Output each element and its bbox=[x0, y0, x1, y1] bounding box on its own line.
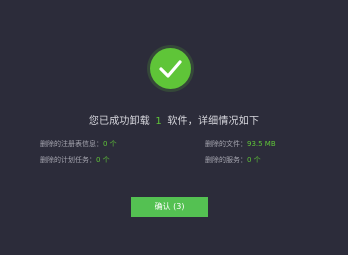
detail-registry-value: 0 个 bbox=[103, 140, 117, 148]
check-circle-icon bbox=[150, 48, 191, 89]
detail-tasks-label: 删除的计划任务： bbox=[40, 156, 96, 164]
detail-tasks-value: 0 个 bbox=[96, 156, 110, 164]
detail-services-label: 删除的服务： bbox=[205, 156, 247, 164]
detail-registry-label: 删除的注册表信息： bbox=[40, 140, 103, 148]
uninstalled-count: 1 bbox=[155, 116, 162, 127]
detail-registry: 删除的注册表信息：0 个 bbox=[40, 139, 117, 149]
headline-prefix: 您已成功卸载 bbox=[88, 116, 151, 127]
detail-files-label: 删除的文件： bbox=[205, 140, 247, 148]
detail-files-value: 93.5 MB bbox=[247, 140, 276, 148]
detail-services: 删除的服务：0 个 bbox=[205, 155, 261, 165]
detail-services-value: 0 个 bbox=[247, 156, 261, 164]
uninstall-result-dialog: 您已成功卸载 1 软件，详细情况如下 删除的注册表信息：0 个 删除的计划任务：… bbox=[0, 0, 348, 255]
result-headline: 您已成功卸载 1 软件，详细情况如下 bbox=[0, 112, 348, 127]
headline-suffix: 软件，详细情况如下 bbox=[167, 116, 260, 127]
detail-files: 删除的文件：93.5 MB bbox=[205, 139, 276, 149]
confirm-button[interactable]: 确认 (3) bbox=[131, 197, 208, 217]
detail-tasks: 删除的计划任务：0 个 bbox=[40, 155, 110, 165]
